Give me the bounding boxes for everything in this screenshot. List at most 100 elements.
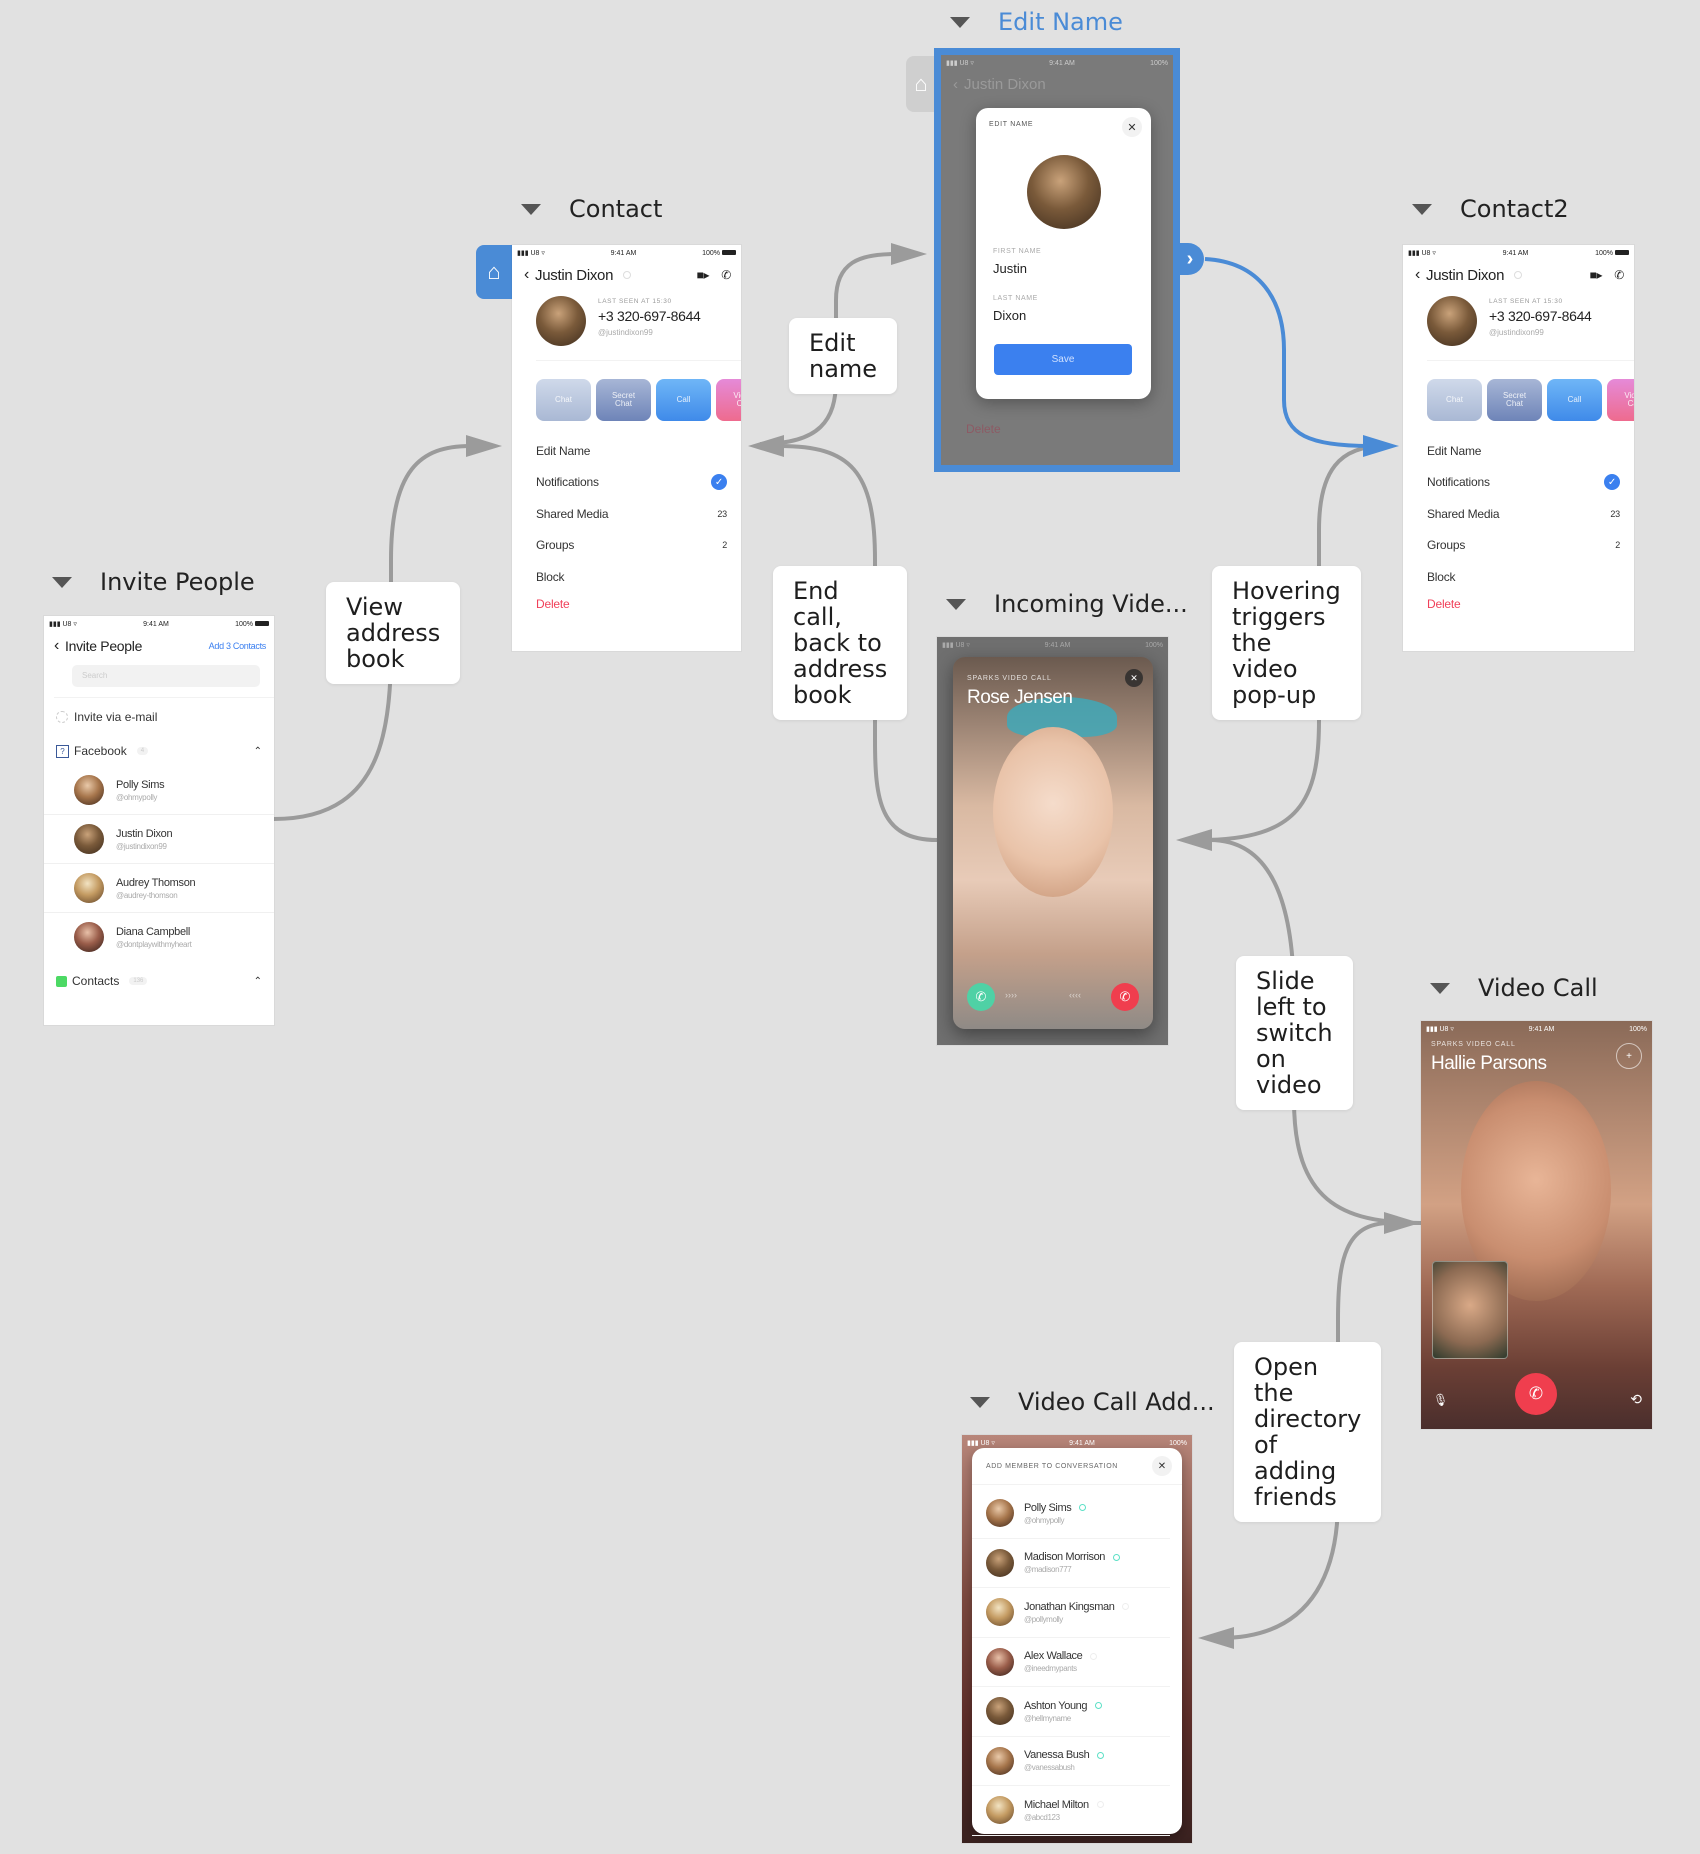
decline-call-button[interactable]: ✆	[1111, 983, 1139, 1011]
call-button[interactable]: Call	[656, 379, 711, 421]
phone-icon[interactable]: ✆	[721, 268, 731, 282]
menu-block[interactable]: Block	[1427, 561, 1634, 593]
phone-icon	[56, 975, 67, 987]
back-chevron-icon[interactable]: ‹	[54, 637, 59, 655]
member-name: Vanessa Bush	[1024, 1749, 1090, 1762]
selected-board-frame[interactable]: ▮▮▮ U8 ▿ 9:41 AM 100% ‹ Justin Dixon Delete…	[934, 48, 1180, 472]
contact2-screen[interactable]: ▮▮▮ U8 ▿ 9:41 AM 100% ‹ Justin Dixon ■▸ ✆ L…	[1403, 245, 1634, 651]
phone-icon[interactable]: ✆	[1614, 268, 1624, 282]
person-row[interactable]: Diana Campbell @dontplaywithmyheart	[44, 913, 274, 961]
person-row[interactable]: Polly Sims @ohmypolly	[44, 766, 274, 815]
person-row[interactable]: Justin Dixon @justindixon99	[44, 815, 274, 864]
contact-screen[interactable]: ▮▮▮ U8 ▿ 9:41 AM 100% ‹ Justin Dixon ■▸ ✆ L…	[512, 245, 741, 651]
arrowhead	[748, 435, 784, 457]
video-call-button[interactable]: VideoCall	[716, 379, 741, 421]
add-contacts-button[interactable]: Add 3 Contacts	[209, 641, 267, 651]
video-camera-icon[interactable]: ■▸	[697, 268, 710, 282]
self-view-thumbnail[interactable]	[1432, 1261, 1508, 1359]
menu-groups[interactable]: Groups 2	[536, 530, 741, 562]
menu-block[interactable]: Block	[536, 561, 741, 593]
board-label-video-call-add[interactable]: Video Call Add...	[970, 1388, 1215, 1416]
board-label-edit-name[interactable]: Edit Name	[950, 8, 1123, 36]
person-handle: @ohmypolly	[116, 792, 158, 802]
contacts-section-header[interactable]: Contacts 136 ⌃	[44, 965, 274, 997]
facebook-section-header[interactable]: ? Facebook 4 ⌃	[44, 736, 274, 766]
collapse-triangle-icon[interactable]	[946, 598, 966, 610]
home-icon[interactable]: ⌂	[906, 56, 936, 112]
invite-people-screen[interactable]: ▮▮▮ U8 ▿ 9:41 AM 100% ‹ Invite People Ad…	[44, 616, 274, 1025]
member-row[interactable]: Michael Milton @abcd123	[972, 1786, 1170, 1836]
member-row[interactable]: Alex Wallace @ineedmypants	[972, 1638, 1170, 1687]
collapse-triangle-icon[interactable]	[970, 1396, 990, 1408]
member-row[interactable]: Ashton Young @hellmyname	[972, 1687, 1170, 1737]
collapse-triangle-icon[interactable]	[521, 203, 541, 215]
save-button[interactable]: Save	[994, 344, 1132, 375]
menu-edit-name[interactable]: Edit Name	[1427, 435, 1634, 467]
chevron-up-icon[interactable]: ⌃	[254, 746, 262, 757]
member-row[interactable]: Madison Morrison @madison777	[972, 1539, 1170, 1588]
member-row[interactable]: Jonathan Kingsman @pollymolly	[972, 1588, 1170, 1638]
menu-notifications[interactable]: Notifications ✓	[1427, 467, 1634, 499]
secret-chat-button[interactable]: Secret Chat	[1487, 379, 1542, 421]
search-input[interactable]: Search	[72, 665, 260, 687]
close-icon[interactable]: ✕	[1125, 669, 1143, 687]
collapse-triangle-icon[interactable]	[1412, 203, 1432, 215]
menu-groups[interactable]: Groups 2	[1427, 530, 1634, 562]
edit-name-screen[interactable]: ▮▮▮ U8 ▿ 9:41 AM 100% ‹ Justin Dixon Delete…	[941, 55, 1173, 465]
first-name-field[interactable]: Justin	[993, 261, 1027, 276]
menu-delete[interactable]: Delete	[1427, 593, 1634, 615]
member-row[interactable]: Polly Sims @ohmypolly	[972, 1489, 1170, 1539]
member-row[interactable]: Vanessa Bush @vanessabush	[972, 1737, 1170, 1786]
collapse-triangle-icon[interactable]	[52, 576, 72, 588]
note-slide-left[interactable]: Slide left to switch on video	[1236, 956, 1353, 1110]
add-person-icon[interactable]: +	[1616, 1043, 1642, 1069]
switch-camera-icon[interactable]: ⟲	[1630, 1391, 1642, 1408]
note-end-call[interactable]: End call, back to address book	[773, 566, 908, 720]
board-label-contact2[interactable]: Contact2	[1412, 195, 1569, 223]
chat-button[interactable]: Chat	[1427, 379, 1482, 421]
home-icon[interactable]: ⌂	[476, 245, 512, 299]
menu-shared-media[interactable]: Shared Media 23	[536, 498, 741, 530]
back-chevron-icon[interactable]: ‹	[524, 266, 529, 284]
collapse-triangle-icon[interactable]	[1430, 982, 1450, 994]
section-title: Facebook	[74, 744, 127, 758]
menu-edit-name[interactable]: Edit Name	[536, 435, 741, 467]
note-hovering[interactable]: Hovering triggers the video pop-up	[1212, 566, 1361, 720]
person-row[interactable]: Audrey Thomson @audrey-thomson	[44, 864, 274, 913]
avatar	[986, 1697, 1014, 1726]
checkmark-icon[interactable]: ✓	[1604, 474, 1620, 491]
chat-button[interactable]: Chat	[536, 379, 591, 421]
checkmark-icon[interactable]: ✓	[711, 474, 727, 491]
collapse-triangle-icon[interactable]	[950, 16, 970, 28]
invite-email-row[interactable]: Invite via e-mail	[44, 698, 274, 736]
video-call-screen[interactable]: ▮▮▮ U8 ▿ 9:41 AM 100% SPARKS VIDEO CALL Ha…	[1421, 1021, 1652, 1429]
arrowhead	[1363, 435, 1399, 457]
video-camera-icon[interactable]: ■▸	[1590, 268, 1603, 282]
video-call-button[interactable]: VideoCall	[1607, 379, 1634, 421]
menu-notifications[interactable]: Notifications ✓	[536, 467, 741, 499]
video-call-add-screen[interactable]: ▮▮▮ U8 ▿ 9:41 AM 100% ADD MEMBER TO CONVER…	[962, 1435, 1192, 1843]
secret-chat-button[interactable]: Secret Chat	[596, 379, 651, 421]
board-label-invite-people[interactable]: Invite People	[52, 568, 255, 596]
menu-delete[interactable]: Delete	[536, 593, 741, 615]
member-handle: @abcd123	[1024, 1812, 1060, 1822]
chevron-up-icon[interactable]: ⌃	[254, 976, 262, 987]
board-label-video-call[interactable]: Video Call	[1430, 974, 1598, 1002]
close-icon[interactable]: ✕	[1152, 1456, 1172, 1476]
member-name: Polly Sims	[1024, 1501, 1072, 1514]
section-title: Contacts	[72, 974, 120, 988]
accept-call-button[interactable]: ✆	[967, 983, 995, 1011]
close-icon[interactable]: ✕	[1122, 117, 1142, 137]
menu-shared-media[interactable]: Shared Media 23	[1427, 498, 1634, 530]
microphone-icon[interactable]: 🎙	[1433, 1393, 1448, 1407]
back-chevron-icon[interactable]: ‹	[1415, 266, 1420, 284]
note-edit-name[interactable]: Edit name	[789, 318, 898, 394]
note-open-directory[interactable]: Open the directory of adding friends	[1234, 1342, 1382, 1522]
call-button[interactable]: Call	[1547, 379, 1602, 421]
end-call-button[interactable]: ✆	[1515, 1373, 1557, 1415]
board-label-incoming-video[interactable]: Incoming Vide...	[946, 590, 1188, 618]
last-name-field[interactable]: Dixon	[993, 308, 1026, 323]
incoming-video-screen[interactable]: ▮▮▮ U8 ▿ 9:41 AM 100% SPARKS VIDEO CALL Ro…	[937, 637, 1168, 1045]
note-view-address-book[interactable]: View address book	[326, 582, 461, 684]
board-label-contact[interactable]: Contact	[521, 195, 662, 223]
